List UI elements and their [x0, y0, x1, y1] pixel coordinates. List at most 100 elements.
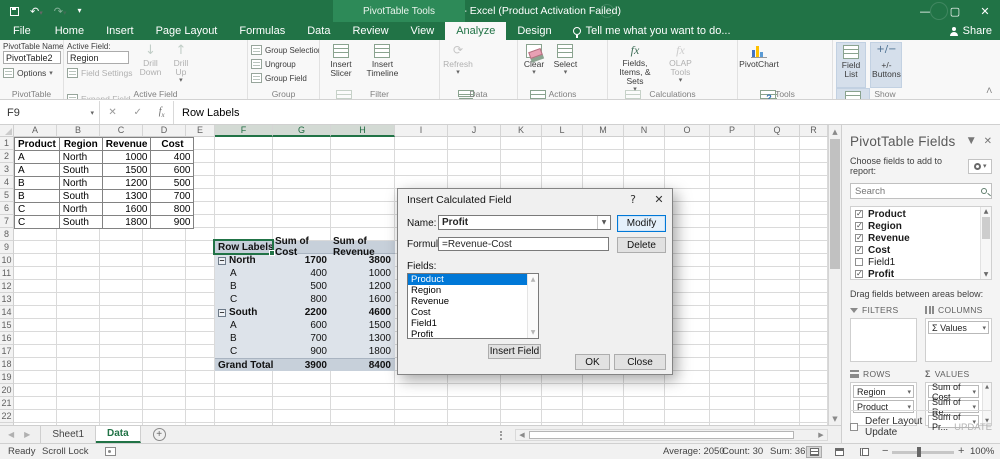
cell[interactable]: North — [59, 177, 102, 190]
zoom-slider[interactable] — [892, 451, 954, 454]
tab-home[interactable]: Home — [44, 22, 95, 40]
tell-me-box[interactable]: Tell me what you want to do... — [563, 22, 741, 40]
save-icon[interactable] — [10, 7, 19, 16]
pivot-cell[interactable]: 1800 — [331, 346, 395, 357]
share-button[interactable]: Share — [950, 22, 992, 40]
column-header-O[interactable]: O — [665, 125, 710, 137]
name-dropdown-icon[interactable]: ▼ — [597, 216, 610, 229]
cell[interactable]: Cost — [151, 138, 194, 151]
formula-input[interactable]: Row Labels — [174, 101, 1000, 124]
name-box[interactable]: F9 ▾ — [0, 101, 100, 124]
row-header-11[interactable]: 11 — [0, 267, 14, 280]
scroll-up-icon[interactable]: ▲ — [981, 208, 991, 215]
sheet-tab-data[interactable]: Data — [96, 426, 141, 443]
cell[interactable]: 600 — [151, 164, 194, 177]
row-header-4[interactable]: 4 — [0, 176, 14, 189]
row-header-7[interactable]: 7 — [0, 215, 14, 228]
pivot-cell[interactable]: 1500 — [331, 320, 395, 331]
checkbox-icon[interactable] — [855, 258, 863, 266]
list-item[interactable]: Cost — [408, 307, 538, 318]
pivot-cell[interactable]: 800 — [273, 294, 331, 305]
field-item-region[interactable]: Region — [851, 220, 991, 232]
list-item[interactable]: Revenue — [408, 296, 538, 307]
normal-view-icon[interactable] — [806, 446, 822, 458]
customize-qat-icon[interactable]: ▾ — [77, 7, 81, 15]
macro-record-icon[interactable] — [105, 447, 116, 456]
row-header-21[interactable]: 21 — [0, 397, 14, 410]
pivot-cell[interactable]: 1300 — [331, 333, 395, 344]
help-icon[interactable]: ? — [620, 193, 646, 206]
field-item-revenue[interactable]: Revenue — [851, 232, 991, 244]
pivot-cell[interactable]: 600 — [273, 320, 331, 331]
cell[interactable]: Revenue — [102, 138, 151, 151]
refresh-button[interactable]: ⟳ Refresh▾ — [443, 42, 473, 88]
row-header-1[interactable]: 1 — [0, 137, 14, 150]
insert-field-button[interactable]: Insert Field — [488, 344, 541, 359]
scroll-up-icon[interactable]: ▲ — [829, 125, 841, 138]
minimize-icon[interactable]: — — [910, 0, 940, 22]
pivot-cell[interactable]: 4600 — [331, 307, 395, 318]
cell[interactable]: C — [15, 216, 60, 229]
cell[interactable]: 500 — [151, 177, 194, 190]
tools-button[interactable]: ▾ — [968, 159, 992, 174]
cell[interactable]: South — [59, 216, 102, 229]
row-header-20[interactable]: 20 — [0, 384, 14, 397]
cell[interactable]: 1500 — [102, 164, 151, 177]
tab-insert[interactable]: Insert — [95, 22, 145, 40]
pivot-cell[interactable]: 900 — [273, 346, 331, 357]
pivot-cell[interactable]: 3900 — [273, 360, 331, 371]
listbox-scrollbar[interactable]: ▲ ▼ — [527, 274, 538, 338]
pane-close-icon[interactable]: ✕ — [984, 136, 992, 147]
column-header-B[interactable]: B — [57, 125, 100, 137]
column-header-G[interactable]: G — [273, 125, 331, 137]
modify-button[interactable]: Modify — [617, 215, 666, 232]
checkbox-checked-icon[interactable] — [855, 222, 863, 230]
fields-listbox[interactable]: Product Region Revenue Cost Field1 Profi… — [407, 273, 539, 339]
group-selection-button[interactable]: Group Selection — [251, 43, 317, 57]
zoom-out-icon[interactable]: − — [882, 445, 888, 457]
active-field-input[interactable]: Region — [67, 51, 129, 64]
update-button[interactable]: UPDATE — [954, 422, 992, 433]
pivot-cell[interactable]: 1200 — [331, 281, 395, 292]
pivot-table[interactable]: Row Labels▼ Sum of Cost Sum of Revenue −… — [215, 241, 395, 371]
tab-review[interactable]: Review — [341, 22, 399, 40]
row-header-16[interactable]: 16 — [0, 332, 14, 345]
clear-button[interactable]: Clear▾ — [521, 42, 547, 88]
plus-minus-buttons-button[interactable]: +/− +/- Buttons — [870, 42, 902, 88]
scroll-up-icon[interactable]: ▲ — [983, 384, 991, 390]
cell[interactable]: 1300 — [102, 190, 151, 203]
collapse-group-icon[interactable]: − — [218, 309, 226, 317]
cell[interactable]: Region — [59, 138, 102, 151]
column-header-F[interactable]: F — [215, 125, 273, 137]
select-button[interactable]: Select▾ — [551, 42, 579, 88]
next-sheet-icon[interactable]: ▶ — [24, 430, 30, 439]
dialog-title-bar[interactable]: Insert Calculated Field ? ✕ — [398, 189, 672, 210]
column-header-H[interactable]: H — [331, 125, 395, 137]
pivottable-name-input[interactable]: PivotTable2 — [3, 51, 61, 64]
row-header-12[interactable]: 12 — [0, 280, 14, 293]
ungroup-button[interactable]: Ungroup — [251, 57, 317, 71]
olap-tools-button[interactable]: fx OLAP Tools▾ — [663, 42, 697, 88]
undo-icon[interactable]: ↶▾ — [30, 6, 43, 17]
pivot-cell[interactable]: 8400 — [331, 360, 395, 371]
row-header-2[interactable]: 2 — [0, 150, 14, 163]
tab-design[interactable]: Design — [506, 22, 562, 40]
cell[interactable]: A — [15, 151, 60, 164]
drill-down-button[interactable]: ↓ Drill Down — [137, 42, 163, 88]
pivot-cell[interactable]: 1700 — [273, 255, 331, 266]
field-item-cost[interactable]: Cost — [851, 244, 991, 256]
checkbox-checked-icon[interactable] — [855, 234, 863, 242]
options-button[interactable]: Options▾ — [3, 66, 61, 80]
column-header-J[interactable]: J — [448, 125, 501, 137]
cell[interactable]: 1800 — [102, 216, 151, 229]
checkbox-checked-icon[interactable] — [855, 270, 863, 278]
list-item[interactable]: Profit — [408, 329, 538, 339]
pivot-cell[interactable]: 2200 — [273, 307, 331, 318]
page-break-view-icon[interactable] — [856, 446, 872, 458]
maximize-icon[interactable]: ▢ — [940, 0, 970, 22]
row-header-5[interactable]: 5 — [0, 189, 14, 202]
cell[interactable]: 1000 — [102, 151, 151, 164]
column-header-A[interactable]: A — [14, 125, 57, 137]
field-item-field1[interactable]: Field1 — [851, 256, 991, 268]
cancel-icon[interactable]: ✕ — [108, 107, 116, 118]
